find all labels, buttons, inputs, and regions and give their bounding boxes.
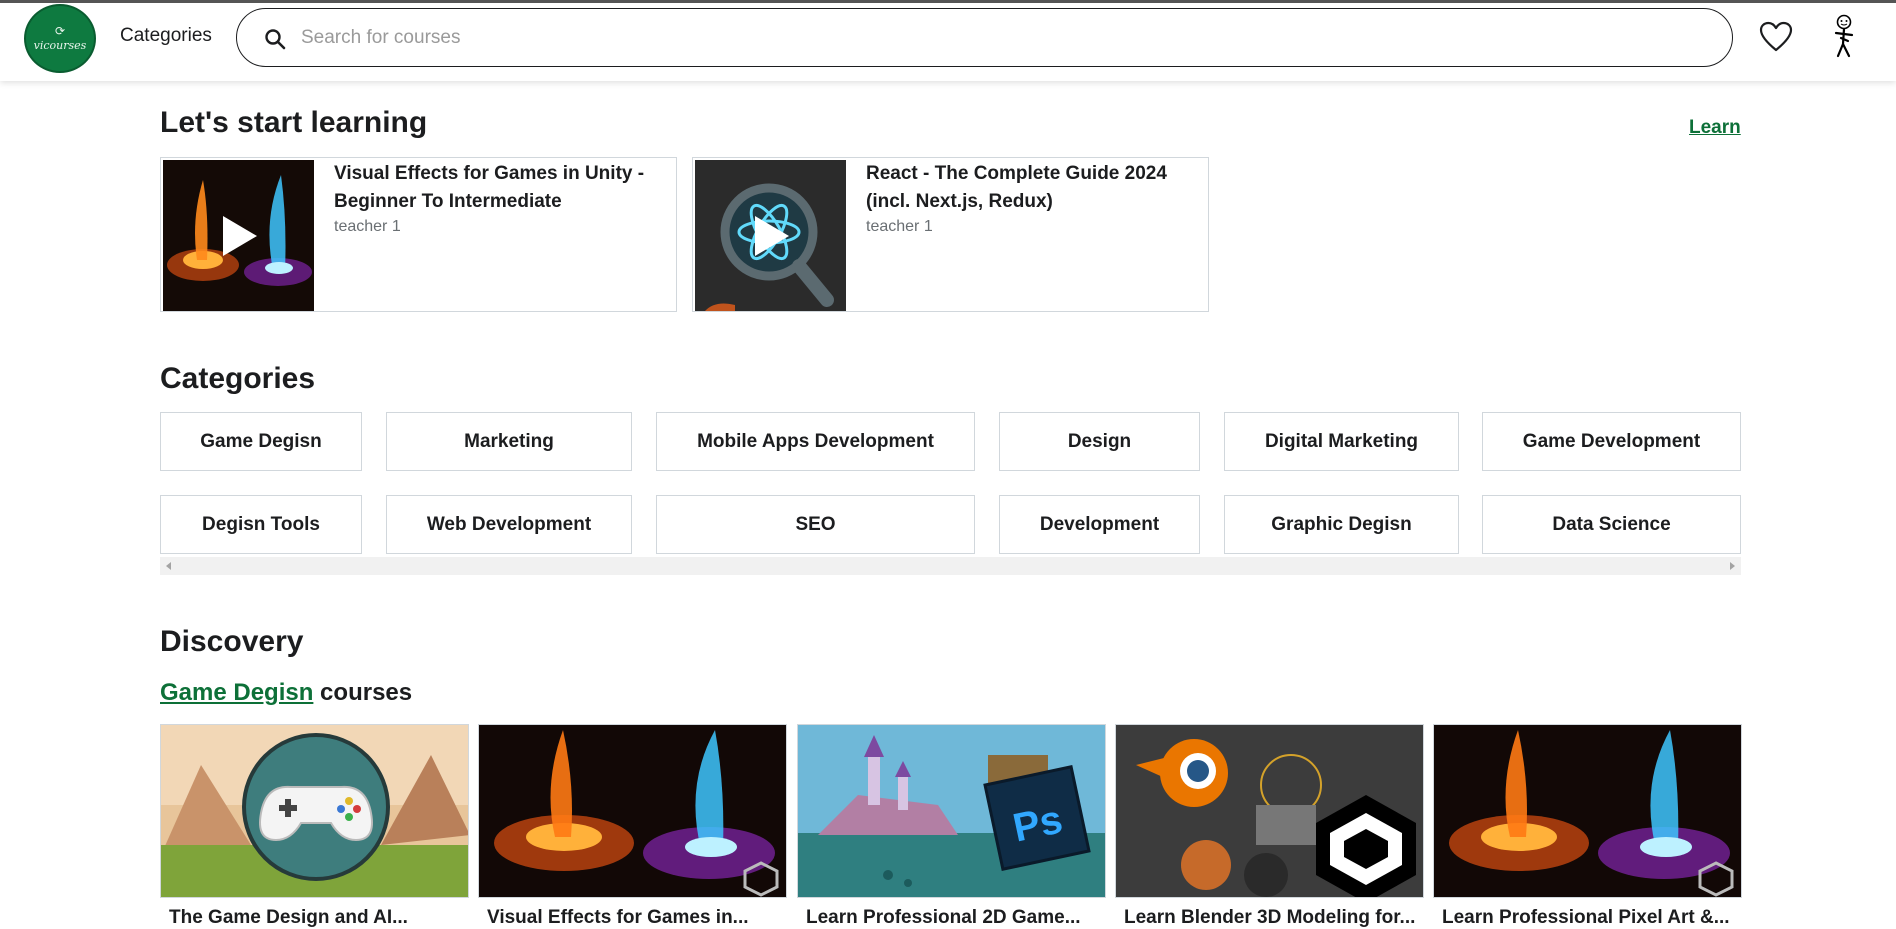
top-navbar: ⟳ vicourses Categories — [0, 0, 1896, 81]
category-graphic-degisn[interactable]: Graphic Degisn — [1224, 495, 1459, 554]
learning-course-title[interactable]: Visual Effects for Games in Unity - Begi… — [334, 160, 664, 216]
course-thumbnail — [1433, 724, 1742, 898]
scroll-left-arrow-icon[interactable] — [166, 562, 171, 570]
categories-scroll-container[interactable]: Game Degisn Marketing Mobile Apps Develo… — [160, 412, 1741, 575]
category-seo[interactable]: SEO — [656, 495, 975, 554]
search-icon[interactable] — [263, 27, 287, 51]
category-game-development[interactable]: Game Development — [1482, 412, 1741, 471]
learning-section-title: Let's start learning — [160, 106, 428, 139]
search-input[interactable] — [301, 21, 1701, 55]
category-marketing[interactable]: Marketing — [386, 412, 632, 471]
discovery-course-title[interactable]: Learn Professional Pixel Art &... — [1442, 907, 1737, 929]
category-mobile-apps-development[interactable]: Mobile Apps Development — [656, 412, 975, 471]
learn-link[interactable]: Learn — [1689, 117, 1741, 139]
course-thumbnail — [1115, 724, 1424, 898]
course-thumbnail — [160, 724, 469, 898]
wishlist-heart-icon[interactable] — [1759, 21, 1793, 53]
play-icon[interactable] — [749, 214, 793, 258]
discovery-course-card[interactable]: Ps Learn Professional 2D Game... — [797, 724, 1106, 928]
discovery-course-card[interactable]: Learn Blender 3D Modeling for... — [1115, 724, 1424, 928]
category-design[interactable]: Design — [999, 412, 1200, 471]
discovery-course-title[interactable]: Learn Professional 2D Game... — [806, 907, 1101, 929]
discovery-course-title[interactable]: Learn Blender 3D Modeling for... — [1124, 907, 1419, 929]
discovery-course-title[interactable]: Visual Effects for Games in... — [487, 907, 782, 929]
learning-course-teacher: teacher 1 — [334, 218, 401, 235]
course-thumbnail — [695, 160, 846, 311]
logo-mark-icon: ⟳ — [54, 24, 66, 38]
search-bar — [236, 8, 1733, 67]
course-thumbnail — [163, 160, 314, 311]
discovery-subtitle: Game Degisn courses — [160, 679, 412, 707]
learning-course-title[interactable]: React - The Complete Guide 2024 (incl. N… — [866, 160, 1196, 216]
course-thumbnail — [478, 724, 787, 898]
site-logo[interactable]: ⟳ vicourses — [24, 4, 96, 73]
discovery-course-card[interactable]: The Game Design and AI... — [160, 724, 469, 928]
scroll-right-arrow-icon[interactable] — [1730, 562, 1735, 570]
category-digital-marketing[interactable]: Digital Marketing — [1224, 412, 1459, 471]
category-game-degisn[interactable]: Game Degisn — [160, 412, 362, 471]
play-icon[interactable] — [217, 214, 261, 258]
category-web-development[interactable]: Web Development — [386, 495, 632, 554]
learning-course-card[interactable]: React - The Complete Guide 2024 (incl. N… — [692, 157, 1209, 312]
discovery-section-title: Discovery — [160, 625, 304, 658]
discovery-course-card[interactable]: Learn Professional Pixel Art &... — [1433, 724, 1742, 928]
discovery-course-title[interactable]: The Game Design and AI... — [169, 907, 464, 929]
user-avatar[interactable] — [1830, 14, 1858, 58]
category-degisn-tools[interactable]: Degisn Tools — [160, 495, 362, 554]
category-development[interactable]: Development — [999, 495, 1200, 554]
discovery-course-card[interactable]: Visual Effects for Games in... — [478, 724, 787, 928]
horizontal-scrollbar[interactable] — [160, 557, 1741, 575]
learning-course-card[interactable]: Visual Effects for Games in Unity - Begi… — [160, 157, 677, 312]
course-thumbnail: Ps — [797, 724, 1106, 898]
learning-course-teacher: teacher 1 — [866, 218, 933, 235]
discovery-category-link[interactable]: Game Degisn — [160, 679, 313, 706]
categories-section-title: Categories — [160, 362, 316, 395]
logo-text: vicourses — [33, 39, 87, 52]
category-data-science[interactable]: Data Science — [1482, 495, 1741, 554]
discovery-subtitle-suffix: courses — [313, 679, 413, 706]
categories-menu-button[interactable]: Categories — [120, 25, 212, 47]
